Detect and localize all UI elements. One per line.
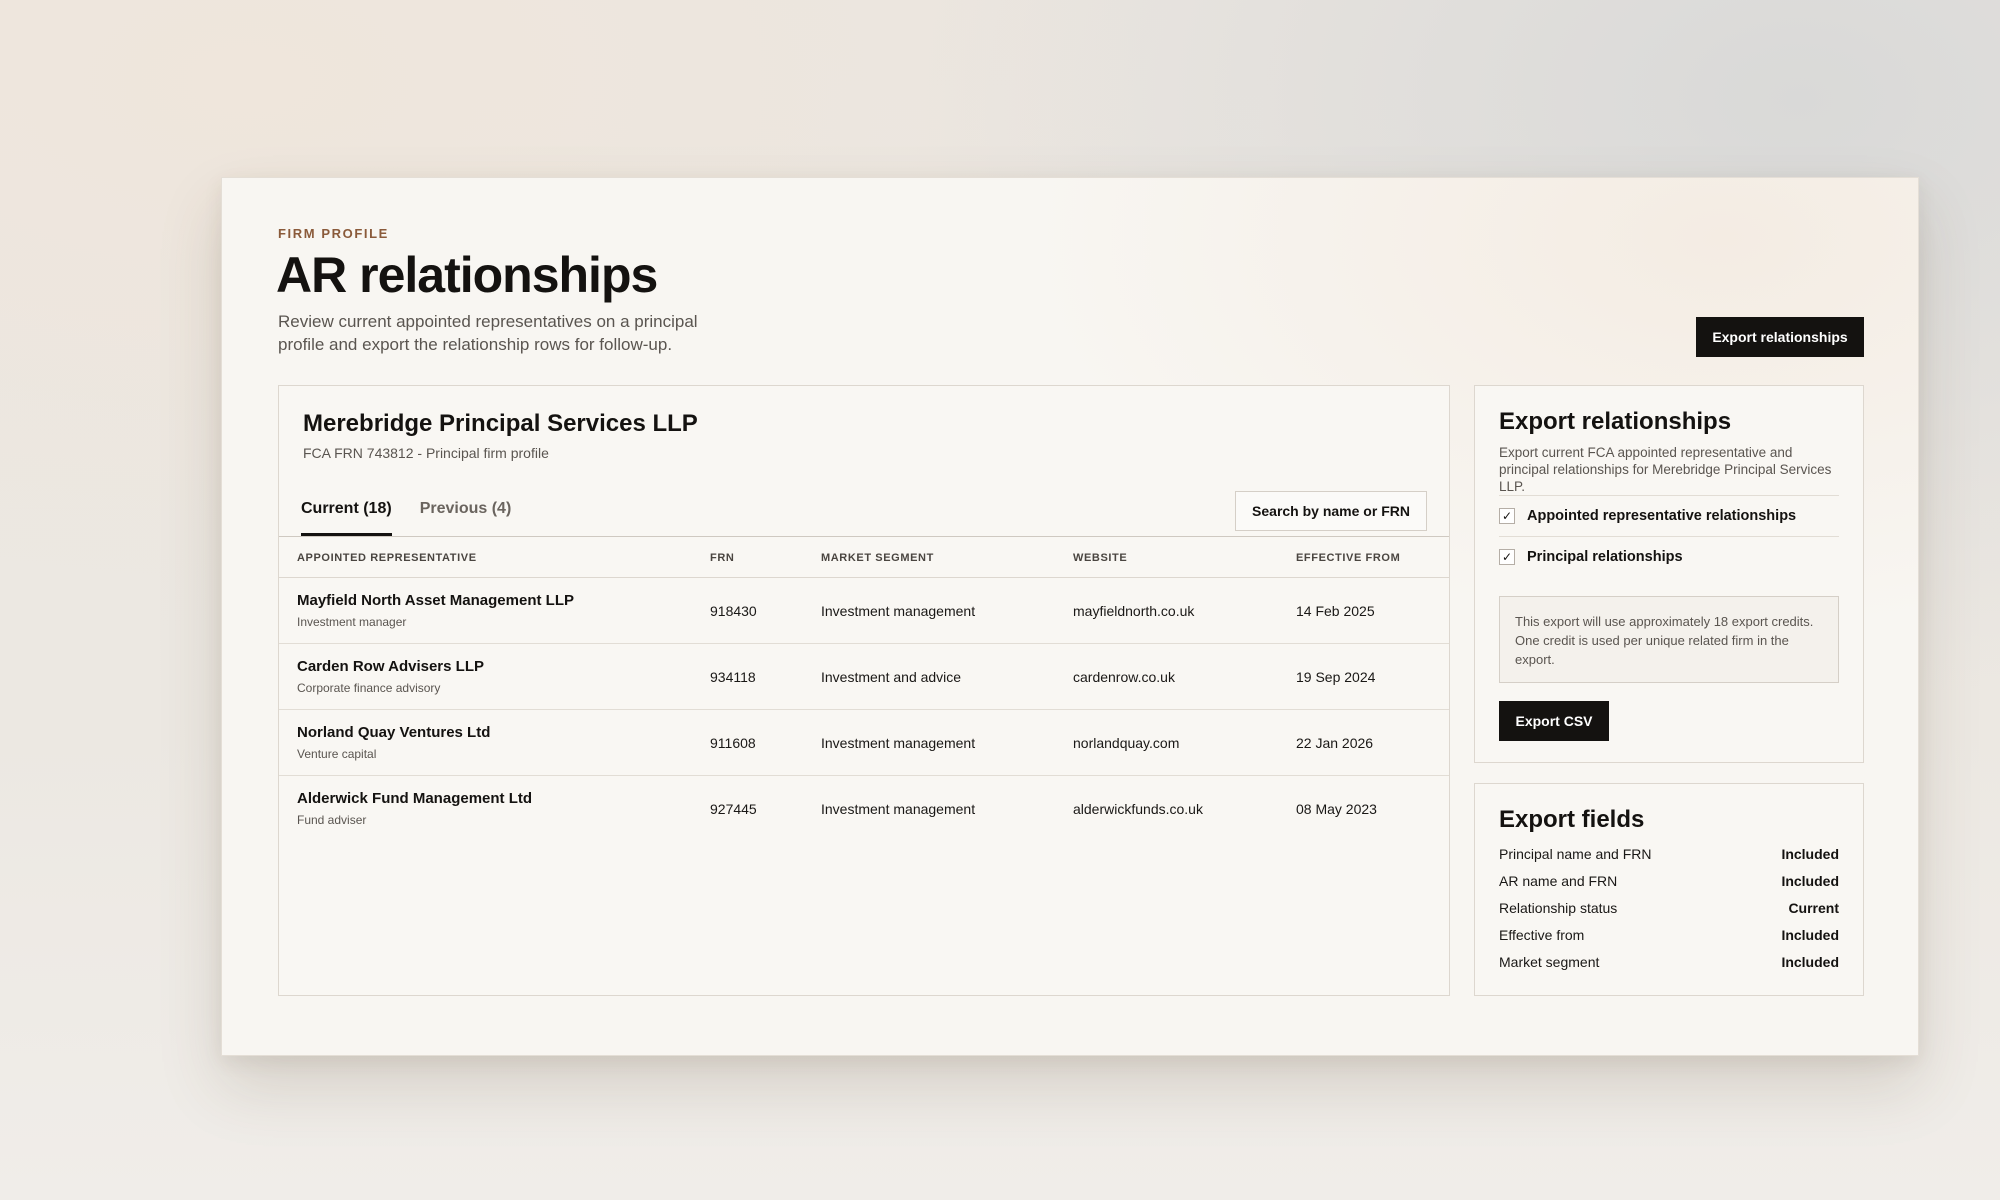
page-title: AR relationships bbox=[276, 247, 658, 303]
column-header-website[interactable]: WEBSITE bbox=[1073, 552, 1127, 564]
segment-cell: Investment management bbox=[821, 801, 976, 817]
field-value: Included bbox=[1781, 954, 1839, 970]
relationships-table: APPOINTED REPRESENTATIVE FRN MARKET SEGM… bbox=[279, 536, 1449, 842]
tab-previous[interactable]: Previous (4) bbox=[420, 498, 512, 536]
field-value: Included bbox=[1781, 927, 1839, 943]
representative-name[interactable]: Mayfield North Asset Management LLP bbox=[297, 592, 574, 609]
representative-name[interactable]: Carden Row Advisers LLP bbox=[297, 658, 484, 675]
representative-type: Fund adviser bbox=[297, 813, 367, 827]
column-header-representative[interactable]: APPOINTED REPRESENTATIVE bbox=[297, 552, 477, 564]
field-row: AR name and FRN Included bbox=[1499, 873, 1839, 893]
field-value: Included bbox=[1781, 846, 1839, 862]
firm-name: Merebridge Principal Services LLP bbox=[303, 410, 698, 437]
field-row: Effective from Included bbox=[1499, 927, 1839, 947]
representative-type: Venture capital bbox=[297, 747, 377, 761]
website-link[interactable]: alderwickfunds.co.uk bbox=[1073, 801, 1203, 817]
export-fields-panel: Export fields Principal name and FRN Inc… bbox=[1474, 783, 1864, 996]
divider bbox=[1499, 536, 1839, 537]
frn-cell: 918430 bbox=[710, 603, 757, 619]
option-principal-relationships[interactable]: ✓ Principal relationships bbox=[1499, 549, 1683, 565]
effective-date-cell: 19 Sep 2024 bbox=[1296, 669, 1376, 685]
column-header-segment[interactable]: MARKET SEGMENT bbox=[821, 552, 934, 564]
frn-cell: 911608 bbox=[710, 735, 756, 751]
checkbox-ar-relationships[interactable]: ✓ bbox=[1499, 508, 1515, 524]
field-name: Effective from bbox=[1499, 927, 1585, 943]
field-name: AR name and FRN bbox=[1499, 873, 1618, 889]
firm-meta: FCA FRN 743812 - Principal firm profile bbox=[303, 445, 549, 461]
export-panel-description: Export current FCA appointed representat… bbox=[1499, 445, 1832, 494]
page-description: Review current appointed representatives… bbox=[278, 312, 698, 354]
export-panel-title: Export relationships bbox=[1499, 408, 1732, 435]
tab-current[interactable]: Current (18) bbox=[301, 498, 392, 536]
effective-date-cell: 22 Jan 2026 bbox=[1296, 735, 1374, 751]
frn-cell: 927445 bbox=[710, 801, 757, 817]
table-row[interactable]: Alderwick Fund Management Ltd Fund advis… bbox=[279, 776, 1449, 842]
column-header-frn[interactable]: FRN bbox=[710, 552, 734, 564]
export-csv-button[interactable]: Export CSV bbox=[1499, 701, 1609, 741]
field-row: Principal name and FRN Included bbox=[1499, 846, 1839, 866]
field-name: Principal name and FRN bbox=[1499, 846, 1652, 862]
eyebrow-label: FIRM PROFILE bbox=[278, 226, 389, 241]
table-header: APPOINTED REPRESENTATIVE FRN MARKET SEGM… bbox=[279, 536, 1449, 578]
representative-name[interactable]: Norland Quay Ventures Ltd bbox=[297, 724, 490, 741]
field-row: Market segment Included bbox=[1499, 954, 1839, 974]
option-ar-relationships[interactable]: ✓ Appointed representative relationships bbox=[1499, 508, 1796, 524]
table-row[interactable]: Mayfield North Asset Management LLP Inve… bbox=[279, 578, 1449, 644]
divider bbox=[1499, 495, 1839, 496]
website-link[interactable]: cardenrow.co.uk bbox=[1073, 669, 1175, 685]
segment-cell: Investment management bbox=[821, 603, 976, 619]
relationships-panel: Merebridge Principal Services LLP FCA FR… bbox=[278, 385, 1450, 996]
effective-date-cell: 08 May 2023 bbox=[1296, 801, 1377, 817]
segment-cell: Investment management bbox=[821, 735, 976, 751]
table-row[interactable]: Carden Row Advisers LLP Corporate financ… bbox=[279, 644, 1449, 710]
export-relationships-button[interactable]: Export relationships bbox=[1696, 317, 1864, 357]
checkbox-principal-relationships[interactable]: ✓ bbox=[1499, 549, 1515, 565]
field-value: Current bbox=[1788, 900, 1839, 916]
representative-name[interactable]: Alderwick Fund Management Ltd bbox=[297, 790, 532, 807]
effective-date-cell: 14 Feb 2025 bbox=[1296, 603, 1375, 619]
website-link[interactable]: mayfieldnorth.co.uk bbox=[1073, 603, 1194, 619]
relationship-tabs: Current (18) Previous (4) bbox=[301, 498, 539, 536]
representative-type: Investment manager bbox=[297, 615, 407, 629]
frn-cell: 934118 bbox=[710, 669, 756, 685]
option-label: Principal relationships bbox=[1527, 549, 1683, 565]
field-name: Relationship status bbox=[1499, 900, 1618, 916]
field-row: Relationship status Current bbox=[1499, 900, 1839, 920]
firm-profile-card: FIRM PROFILE AR relationships Review cur… bbox=[221, 177, 1919, 1056]
export-panel: Export relationships Export current FCA … bbox=[1474, 385, 1864, 763]
search-button[interactable]: Search by name or FRN bbox=[1235, 491, 1427, 531]
field-value: Included bbox=[1781, 873, 1839, 889]
column-header-effective[interactable]: EFFECTIVE FROM bbox=[1296, 552, 1400, 564]
segment-cell: Investment and advice bbox=[821, 669, 962, 685]
export-fields-title: Export fields bbox=[1499, 806, 1645, 833]
export-credit-note: This export will use approximately 18 ex… bbox=[1499, 596, 1839, 683]
table-row[interactable]: Norland Quay Ventures Ltd Venture capita… bbox=[279, 710, 1449, 776]
representative-type: Corporate finance advisory bbox=[297, 681, 441, 695]
field-name: Market segment bbox=[1499, 954, 1600, 970]
website-link[interactable]: norlandquay.com bbox=[1073, 735, 1179, 751]
option-label: Appointed representative relationships bbox=[1527, 508, 1797, 524]
